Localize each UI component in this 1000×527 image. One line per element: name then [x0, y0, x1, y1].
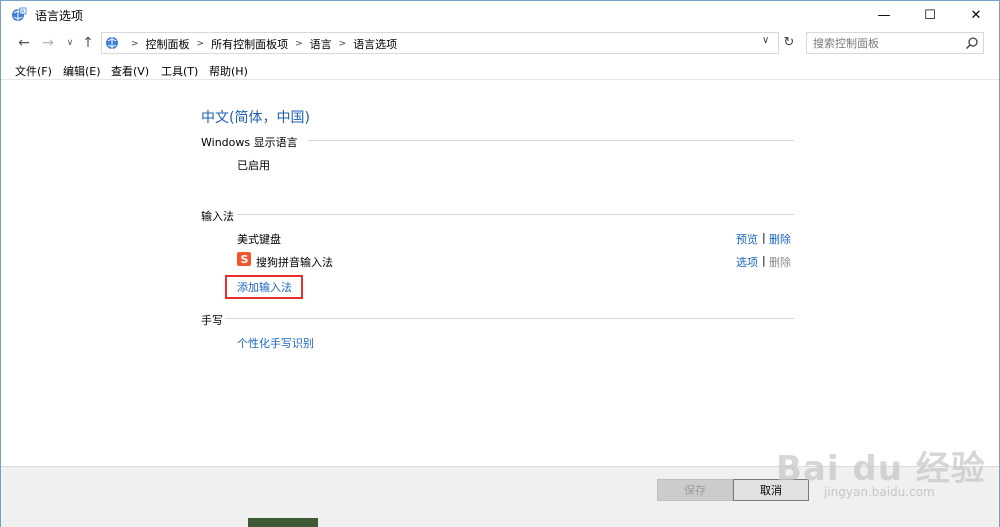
- display-language-status: 已启用: [237, 159, 270, 172]
- svg-text:S: S: [241, 253, 249, 266]
- personalize-handwriting-link[interactable]: 个性化手写识别: [237, 335, 314, 351]
- language-globe-icon: A: [12, 7, 27, 21]
- svg-text:A: A: [21, 9, 25, 15]
- back-button[interactable]: ←: [15, 33, 33, 53]
- breadcrumb-control-panel[interactable]: 控制面板: [146, 36, 190, 52]
- input-method-heading: 输入法: [201, 210, 234, 223]
- search-input[interactable]: [813, 36, 953, 50]
- search-icon[interactable]: [965, 36, 979, 50]
- search-box[interactable]: [806, 32, 984, 54]
- cancel-button[interactable]: 取消: [733, 479, 809, 501]
- remove-link[interactable]: 删除: [769, 231, 791, 247]
- language-name-heading: 中文(简体，中国): [201, 110, 310, 126]
- maximize-button[interactable]: ☐: [907, 1, 953, 29]
- breadcrumb-all-items[interactable]: 所有控制面板项: [211, 36, 288, 52]
- menu-edit[interactable]: 编辑(E): [63, 63, 101, 79]
- section-divider: [308, 140, 794, 141]
- breadcrumb-separator-icon[interactable]: >: [131, 39, 139, 49]
- arrow-right-icon: →: [42, 35, 54, 51]
- breadcrumb-language[interactable]: 语言: [310, 36, 332, 52]
- title-bar: A 语言选项 — ☐ ✕: [1, 1, 999, 29]
- minimize-icon: —: [877, 7, 891, 23]
- navigation-bar: ← → ∨ ↑ > 控制面板 > 所有控制面板项 > 语言 > 语言选项 ∨ ↻: [1, 29, 999, 57]
- options-link[interactable]: 选项: [736, 254, 758, 270]
- breadcrumb-language-options[interactable]: 语言选项: [353, 36, 397, 52]
- remove-link-disabled: 删除: [769, 256, 791, 269]
- close-icon: ✕: [970, 7, 982, 23]
- menu-file[interactable]: 文件(F): [15, 63, 52, 79]
- save-button[interactable]: 保存: [657, 479, 733, 501]
- input-method-name: 美式键盘: [237, 233, 281, 246]
- forward-button[interactable]: →: [39, 33, 57, 53]
- footer-bar: 保存 取消: [1, 466, 999, 527]
- breadcrumb-separator-icon[interactable]: >: [197, 39, 205, 49]
- breadcrumb-separator-icon[interactable]: >: [339, 39, 347, 49]
- address-bar[interactable]: > 控制面板 > 所有控制面板项 > 语言 > 语言选项 ∨: [101, 32, 779, 54]
- minimize-button[interactable]: —: [861, 1, 907, 29]
- refresh-icon: ↻: [783, 34, 795, 50]
- refresh-button[interactable]: ↻: [779, 32, 799, 52]
- maximize-icon: ☐: [924, 7, 936, 23]
- arrow-left-icon: ←: [18, 35, 30, 51]
- handwriting-heading: 手写: [201, 314, 223, 327]
- up-button[interactable]: ↑: [79, 33, 97, 53]
- link-separator: |: [762, 254, 766, 267]
- arrow-up-icon: ↑: [82, 35, 94, 51]
- control-panel-icon: [106, 37, 118, 49]
- section-divider: [225, 318, 794, 319]
- main-content: 中文(简体，中国) Windows 显示语言 已启用 输入法 美式键盘 预览 |…: [1, 80, 999, 465]
- close-button[interactable]: ✕: [953, 1, 999, 29]
- preview-link[interactable]: 预览: [736, 231, 758, 247]
- input-method-name: 搜狗拼音输入法: [256, 256, 333, 269]
- menu-bar: 文件(F) 编辑(E) 查看(V) 工具(T) 帮助(H): [1, 59, 999, 80]
- background-window-strip: [248, 518, 318, 527]
- menu-tools[interactable]: 工具(T): [161, 63, 198, 79]
- language-options-window: A 语言选项 — ☐ ✕ ← → ∨ ↑ > 控制面板 > 所有控制面板项 > …: [0, 0, 1000, 527]
- recent-locations-button[interactable]: ∨: [61, 33, 79, 53]
- sogou-icon: S: [237, 252, 251, 266]
- menu-help[interactable]: 帮助(H): [209, 63, 248, 79]
- add-input-method-link[interactable]: 添加输入法: [237, 279, 292, 295]
- window-title: 语言选项: [35, 9, 84, 23]
- address-dropdown-icon[interactable]: ∨: [762, 35, 769, 46]
- display-language-heading: Windows 显示语言: [201, 136, 298, 149]
- section-divider: [237, 214, 794, 215]
- breadcrumb: > 控制面板 > 所有控制面板项 > 语言 > 语言选项: [124, 36, 397, 52]
- menu-view[interactable]: 查看(V): [111, 63, 149, 79]
- chevron-down-icon: ∨: [66, 38, 74, 48]
- breadcrumb-separator-icon[interactable]: >: [295, 39, 303, 49]
- link-separator: |: [762, 231, 766, 244]
